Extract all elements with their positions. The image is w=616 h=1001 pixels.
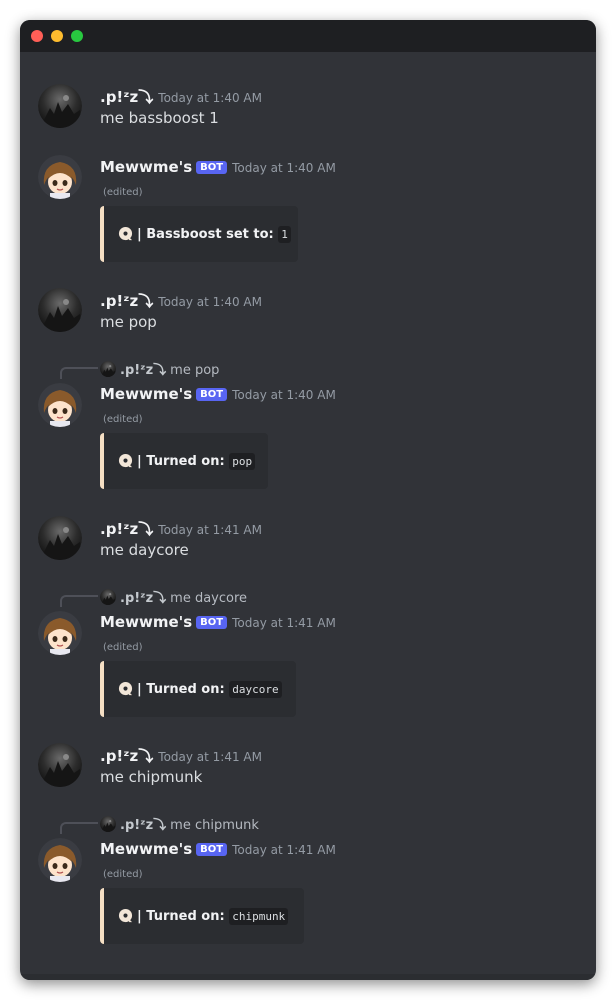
- bot-avatar[interactable]: [38, 383, 82, 427]
- embed-label: | Turned on:: [137, 454, 225, 469]
- bottom-bar: [20, 974, 596, 980]
- edited-label: (edited): [103, 642, 143, 653]
- close-window-button[interactable]: [31, 30, 43, 42]
- music-disc-icon: [118, 226, 133, 241]
- bot-avatar[interactable]: [38, 155, 82, 199]
- bot-badge: BOT: [196, 388, 228, 401]
- edited-label: (edited): [103, 869, 143, 880]
- message-author[interactable]: .p!ᶻz⤵: [100, 292, 153, 310]
- user-avatar[interactable]: [38, 516, 82, 560]
- user-avatar[interactable]: [38, 84, 82, 128]
- message-timestamp: Today at 1:40 AM: [232, 161, 336, 175]
- embed-value: daycore: [229, 681, 282, 698]
- embed: | Turned on: chipmunk: [100, 888, 304, 944]
- message-author[interactable]: Mewwme's: [100, 613, 192, 631]
- bot-badge: BOT: [196, 161, 228, 174]
- message-author[interactable]: Mewwme's: [100, 840, 192, 858]
- reply-preview[interactable]: .p!ᶻz⤵ me chipmunk: [100, 814, 259, 833]
- reply-author: .p!ᶻz⤵: [120, 818, 167, 833]
- reply-preview[interactable]: .p!ᶻz⤵ me pop: [100, 359, 219, 378]
- bot-badge: BOT: [196, 616, 228, 629]
- message-author[interactable]: Mewwme's: [100, 158, 192, 176]
- reply-avatar: [100, 589, 116, 605]
- reply-avatar: [100, 361, 116, 377]
- edited-label: (edited): [103, 187, 143, 198]
- minimize-window-button[interactable]: [51, 30, 63, 42]
- message-timestamp: Today at 1:40 AM: [158, 91, 262, 105]
- reply-text: me daycore: [170, 591, 248, 606]
- message-timestamp: Today at 1:41 AM: [158, 750, 262, 764]
- reply-connector: [60, 595, 98, 607]
- edited-label: (edited): [103, 414, 143, 425]
- message-timestamp: Today at 1:40 AM: [158, 295, 262, 309]
- message-timestamp: Today at 1:41 AM: [232, 616, 336, 630]
- reply-connector: [60, 822, 98, 834]
- title-bar: [20, 20, 596, 52]
- message-timestamp: Today at 1:40 AM: [232, 388, 336, 402]
- reply-avatar: [100, 816, 116, 832]
- bot-badge: BOT: [196, 843, 228, 856]
- music-disc-icon: [118, 908, 133, 923]
- reply-text: me pop: [170, 363, 220, 378]
- message-text: me bassboost 1: [100, 109, 219, 127]
- embed: | Bassboost set to: 1: [100, 206, 298, 262]
- reply-author: .p!ᶻz⤵: [120, 363, 167, 378]
- user-avatar[interactable]: [38, 288, 82, 332]
- message-author[interactable]: .p!ᶻz⤵: [100, 747, 153, 765]
- reply-text: me chipmunk: [170, 818, 259, 833]
- bot-avatar[interactable]: [38, 838, 82, 882]
- app-window: .p!ᶻz⤵ Today at 1:40 AM me bassboost 1 Me…: [20, 20, 596, 980]
- reply-connector: [60, 367, 98, 379]
- embed-label: | Turned on:: [137, 909, 225, 924]
- message-author[interactable]: Mewwme's: [100, 385, 192, 403]
- message-text: me daycore: [100, 541, 189, 559]
- embed: | Turned on: pop: [100, 433, 268, 489]
- embed-label: | Turned on:: [137, 682, 225, 697]
- embed-value: pop: [229, 453, 256, 470]
- music-disc-icon: [118, 681, 133, 696]
- embed-value: 1: [278, 226, 291, 243]
- message-timestamp: Today at 1:41 AM: [232, 843, 336, 857]
- maximize-window-button[interactable]: [71, 30, 83, 42]
- message-text: me chipmunk: [100, 768, 203, 786]
- reply-author: .p!ᶻz⤵: [120, 591, 167, 606]
- embed-value: chipmunk: [229, 908, 289, 925]
- reply-preview[interactable]: .p!ᶻz⤵ me daycore: [100, 587, 247, 606]
- bot-avatar[interactable]: [38, 611, 82, 655]
- embed: | Turned on: daycore: [100, 661, 296, 717]
- embed-label: | Bassboost set to:: [137, 227, 274, 242]
- message-timestamp: Today at 1:41 AM: [158, 523, 262, 537]
- message-author[interactable]: .p!ᶻz⤵: [100, 88, 153, 106]
- message-author[interactable]: .p!ᶻz⤵: [100, 520, 153, 538]
- message-text: me pop: [100, 313, 157, 331]
- user-avatar[interactable]: [38, 743, 82, 787]
- music-disc-icon: [118, 453, 133, 468]
